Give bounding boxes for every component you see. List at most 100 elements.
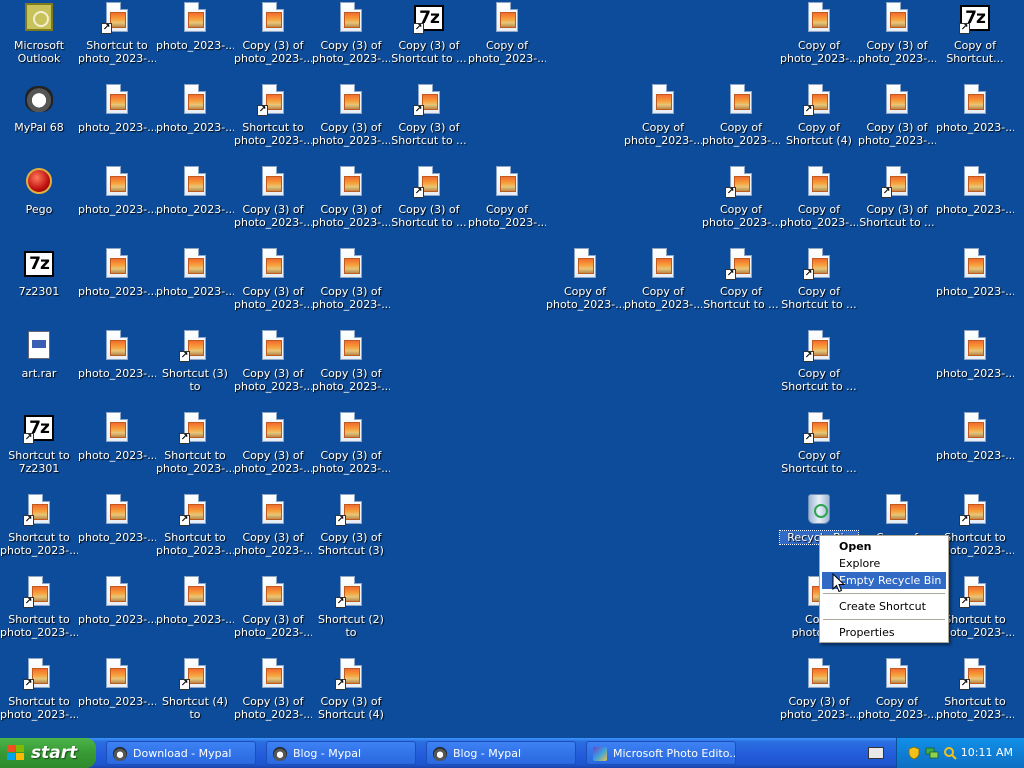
- desktop-icon-7z2301[interactable]: 7z 7z2301: [0, 246, 78, 322]
- desktop-icon-photo-2023[interactable]: photo_2023-...: [78, 246, 156, 322]
- desktop-icon-photo-2023[interactable]: photo_2023-...: [156, 0, 234, 76]
- keyboard-icon[interactable]: [868, 747, 884, 759]
- desktop-icon-copy-of-photo-2023[interactable]: Copy of photo_2023-...: [546, 246, 624, 322]
- desktop-icon-copy-of-shortcut[interactable]: 7z ↗ Copy of Shortcut...: [936, 0, 1014, 76]
- desktop-icon-photo-2023[interactable]: photo_2023-...: [78, 574, 156, 650]
- desktop-icon-copy-of-photo-2023[interactable]: Copy of photo_2023-...: [624, 82, 702, 158]
- menu-item-create-shortcut[interactable]: Create Shortcut: [822, 598, 946, 615]
- taskbar-button-blog-mypal[interactable]: Blog - Mypal: [266, 741, 416, 765]
- desktop-icon-copy-3-of-shortcut-to[interactable]: 7z ↗ Copy (3) of Shortcut to ...: [390, 0, 468, 76]
- desktop-icon-copy-of-photo-2023[interactable]: ↗ Copy of photo_2023-...: [702, 164, 780, 240]
- mypal-icon: [23, 84, 55, 116]
- desktop-icon-photo-2023[interactable]: photo_2023-...: [78, 82, 156, 158]
- desktop-icon-label: Copy (3) of photo_2023-...: [234, 203, 312, 229]
- desktop-icon-copy-of-photo-2023[interactable]: Copy of photo_2023-...: [468, 164, 546, 240]
- desktop-icon-photo-2023[interactable]: photo_2023-...: [156, 164, 234, 240]
- desktop-icon-copy-3-of-photo-2023[interactable]: Copy (3) of photo_2023-...: [858, 82, 936, 158]
- desktop-icon-copy-3-of-photo-2023[interactable]: Copy (3) of photo_2023-...: [234, 656, 312, 732]
- menu-item-explore[interactable]: Explore: [822, 555, 946, 572]
- start-button[interactable]: start: [0, 738, 96, 768]
- photo-file-icon: ↗: [179, 658, 211, 690]
- desktop-icon-copy-3-of-photo-2023[interactable]: Copy (3) of photo_2023-...: [312, 0, 390, 76]
- desktop-icon-copy-3-of-photo-2023[interactable]: Copy (3) of photo_2023-...: [312, 82, 390, 158]
- desktop-icon-copy-3-of-photo-2023[interactable]: Copy (3) of photo_2023-...: [780, 656, 858, 732]
- desktop-icon-art-rar[interactable]: art.rar: [0, 328, 78, 404]
- desktop-icon-shortcut-to-photo-2023[interactable]: ↗ Shortcut to photo_2023-...: [0, 492, 78, 568]
- desktop-icon-copy-3-of-shortcut-to[interactable]: ↗ Copy (3) of Shortcut to ...: [390, 82, 468, 158]
- clock[interactable]: 10:11 AM: [961, 738, 1013, 768]
- desktop-icon-shortcut-to-photo-2023[interactable]: ↗ Shortcut to photo_2023-...: [234, 82, 312, 158]
- desktop-icon-photo-2023[interactable]: photo_2023-...: [936, 82, 1014, 158]
- desktop-icon-shortcut-to-photo-2023[interactable]: ↗ Shortcut to photo_2023-...: [936, 656, 1014, 732]
- desktop-icon-shortcut-to-7z2301[interactable]: 7z ↗ Shortcut to 7z2301: [0, 410, 78, 486]
- desktop-icon-shortcut-to-photo-2023[interactable]: ↗ Shortcut to photo_2023-...: [156, 410, 234, 486]
- desktop-icon-shortcut-4-to-photo-2023[interactable]: ↗ Shortcut (4) to photo_2023-...: [156, 656, 234, 732]
- desktop-icon-photo-2023[interactable]: photo_2023-...: [936, 328, 1014, 404]
- shortcut-arrow-icon: ↗: [23, 597, 34, 608]
- desktop-icon-copy-3-of-shortcut-to[interactable]: ↗ Copy (3) of Shortcut to ...: [858, 164, 936, 240]
- desktop-icon-copy-3-of-photo-2023[interactable]: Copy (3) of photo_2023-...: [234, 492, 312, 568]
- desktop-icon-label: photo_2023-...: [78, 203, 156, 216]
- taskbar-button-blog-mypal[interactable]: Blog - Mypal: [426, 741, 576, 765]
- desktop-icon-photo-2023[interactable]: photo_2023-...: [78, 328, 156, 404]
- desktop-icon-copy-3-of-photo-2023[interactable]: Copy (3) of photo_2023-...: [234, 246, 312, 322]
- desktop-icon-label: Shortcut (3) to photo_2023-...: [162, 367, 228, 393]
- desktop-icon-photo-2023[interactable]: photo_2023-...: [78, 410, 156, 486]
- security-shield-icon[interactable]: [907, 746, 921, 760]
- taskbar-button-microsoft-photo-edito[interactable]: Microsoft Photo Edito...: [586, 741, 736, 765]
- photo-file-icon: [335, 248, 367, 280]
- desktop-icon-copy-3-of-photo-2023[interactable]: Copy (3) of photo_2023-...: [234, 0, 312, 76]
- desktop-icon-photo-2023[interactable]: photo_2023-...: [156, 82, 234, 158]
- desktop-icon-copy-of-shortcut-to[interactable]: ↗ Copy of Shortcut to ...: [780, 328, 858, 404]
- desktop-icon-mypal-68[interactable]: MyPal 68: [0, 82, 78, 158]
- desktop-icon-shortcut-to-photo-2023[interactable]: ↗ Shortcut to photo_2023-...: [78, 0, 156, 76]
- desktop-icon-copy-of-photo-2023[interactable]: Copy of photo_2023-...: [624, 246, 702, 322]
- desktop-icon-copy-of-photo-2023[interactable]: Copy of photo_2023-...: [780, 164, 858, 240]
- desktop-icon-shortcut-to-photo-2023[interactable]: ↗ Shortcut to photo_2023-...: [156, 492, 234, 568]
- desktop-icon-copy-3-of-shortcut-to[interactable]: ↗ Copy (3) of Shortcut to ...: [390, 164, 468, 240]
- desktop-icon-copy-of-photo-2023[interactable]: Copy of photo_2023-...: [468, 0, 546, 76]
- desktop-icon-copy-3-of-photo-2023[interactable]: Copy (3) of photo_2023-...: [312, 328, 390, 404]
- photo-file-icon: [725, 84, 757, 116]
- desktop-icon-copy-3-of-photo-2023[interactable]: Copy (3) of photo_2023-...: [234, 328, 312, 404]
- desktop-icon-copy-of-photo-2023[interactable]: Copy of photo_2023-...: [702, 82, 780, 158]
- desktop-icon-shortcut-to-photo-2023[interactable]: ↗ Shortcut to photo_2023-...: [0, 574, 78, 650]
- photo-file-icon: [257, 494, 289, 526]
- desktop-icon-copy-of-shortcut-to[interactable]: ↗ Copy of Shortcut to ...: [780, 410, 858, 486]
- desktop-icon-shortcut-2-to-photo-2023[interactable]: ↗ Shortcut (2) to photo_2023-...: [312, 574, 390, 650]
- desktop-icon-pego[interactable]: Pego: [0, 164, 78, 240]
- desktop-icon-copy-3-of-photo-2023[interactable]: Copy (3) of photo_2023-...: [234, 410, 312, 486]
- menu-item-open[interactable]: Open: [822, 538, 946, 555]
- desktop-icon-copy-of-shortcut-to[interactable]: ↗ Copy of Shortcut to ...: [702, 246, 780, 322]
- desktop-icon-copy-3-of-photo-2023[interactable]: Copy (3) of photo_2023-...: [858, 0, 936, 76]
- desktop-icon-photo-2023[interactable]: photo_2023-...: [936, 246, 1014, 322]
- desktop-icon-copy-3-of-shortcut-3[interactable]: ↗ Copy (3) of Shortcut (3) ...: [312, 492, 390, 568]
- search-icon[interactable]: [943, 746, 957, 760]
- desktop-icon-copy-3-of-photo-2023[interactable]: Copy (3) of photo_2023-...: [312, 410, 390, 486]
- network-icon[interactable]: [925, 746, 939, 760]
- desktop-icon-microsoft-outlook[interactable]: Microsoft Outlook: [0, 0, 78, 76]
- desktop-icon-label: Copy of photo_2023-...: [780, 203, 858, 229]
- desktop-icon-copy-3-of-photo-2023[interactable]: Copy (3) of photo_2023-...: [234, 164, 312, 240]
- taskbar-button-download-mypal[interactable]: Download - Mypal: [106, 741, 256, 765]
- desktop-icon-shortcut-3-to-photo-2023[interactable]: ↗ Shortcut (3) to photo_2023-...: [156, 328, 234, 404]
- desktop-icon-photo-2023[interactable]: photo_2023-...: [156, 246, 234, 322]
- desktop-icon-copy-3-of-shortcut-4[interactable]: ↗ Copy (3) of Shortcut (4) ...: [312, 656, 390, 732]
- desktop-icon-photo-2023[interactable]: photo_2023-...: [936, 410, 1014, 486]
- desktop-icon-label: Copy (3) of photo_2023-...: [234, 449, 312, 475]
- desktop-icon-photo-2023[interactable]: photo_2023-...: [936, 164, 1014, 240]
- desktop-icon-photo-2023[interactable]: photo_2023-...: [78, 492, 156, 568]
- photo-file-icon: [881, 494, 913, 526]
- desktop-icon-copy-of-shortcut-to[interactable]: ↗ Copy of Shortcut to ...: [780, 246, 858, 322]
- desktop-icon-copy-3-of-photo-2023[interactable]: Copy (3) of photo_2023-...: [312, 246, 390, 322]
- menu-item-properties[interactable]: Properties: [822, 624, 946, 641]
- desktop-icon-copy-of-shortcut-4[interactable]: ↗ Copy of Shortcut (4) ...: [780, 82, 858, 158]
- desktop-icon-photo-2023[interactable]: photo_2023-...: [78, 164, 156, 240]
- desktop-icon-copy-of-photo-2023[interactable]: Copy of photo_2023-...: [780, 0, 858, 76]
- desktop-icon-copy-of-photo-2023[interactable]: Copy of photo_2023-...: [858, 656, 936, 732]
- desktop-icon-photo-2023[interactable]: photo_2023-...: [78, 656, 156, 732]
- desktop-icon-copy-3-of-photo-2023[interactable]: Copy (3) of photo_2023-...: [234, 574, 312, 650]
- desktop-icon-photo-2023[interactable]: photo_2023-...: [156, 574, 234, 650]
- desktop-icon-shortcut-to-photo-2023[interactable]: ↗ Shortcut to photo_2023-...: [0, 656, 78, 732]
- desktop-icon-copy-3-of-photo-2023[interactable]: Copy (3) of photo_2023-...: [312, 164, 390, 240]
